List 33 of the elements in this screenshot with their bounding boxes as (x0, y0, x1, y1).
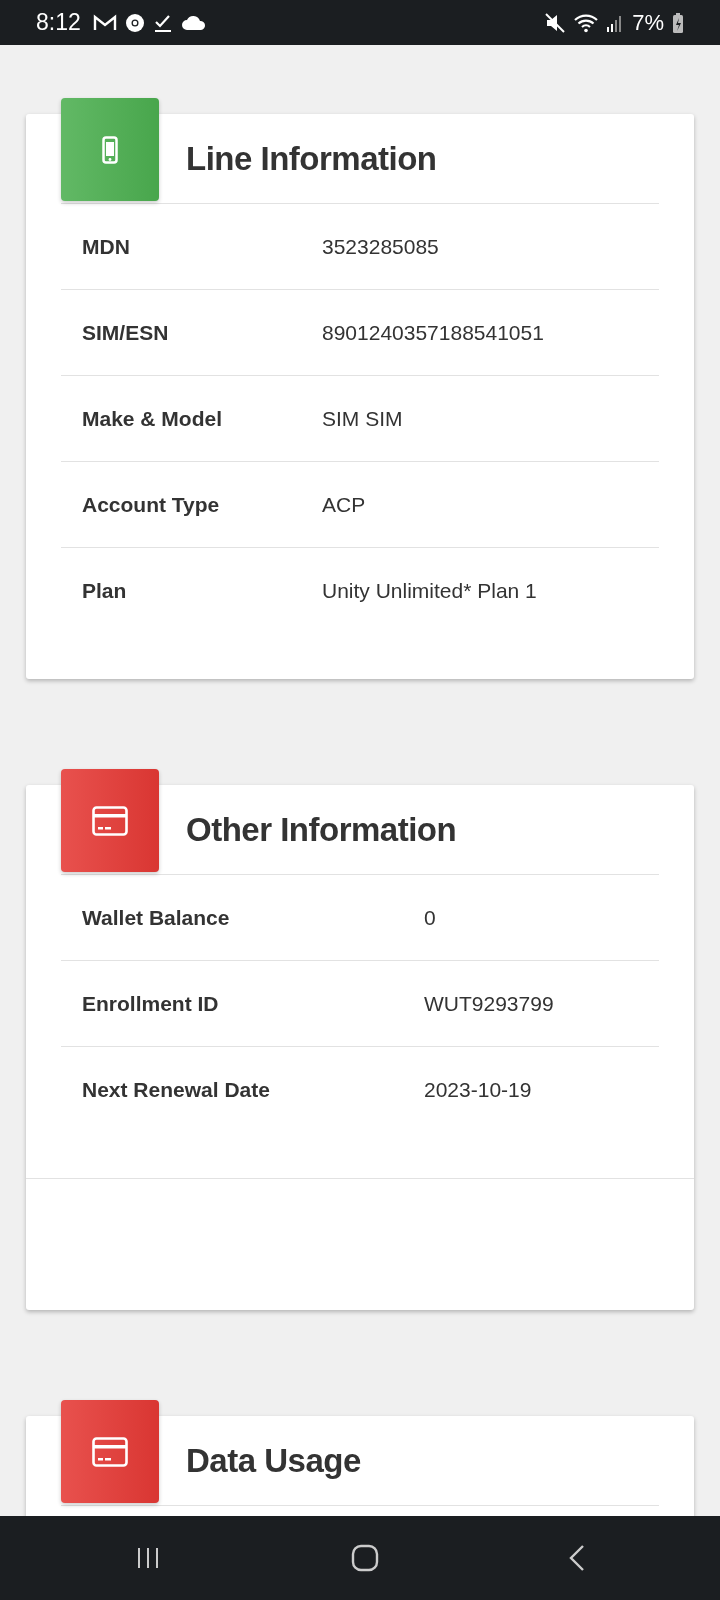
field-value: SIM SIM (322, 406, 404, 431)
field-value: WUT9293799 (424, 991, 555, 1016)
field-label: Account Type (82, 492, 221, 517)
recent-apps-icon[interactable] (135, 1546, 161, 1570)
field-value: ACP (322, 492, 367, 517)
credit-card-icon (92, 805, 128, 836)
field-value: 3523285085 (322, 234, 440, 259)
wifi-icon (574, 12, 599, 33)
field-value: 8901240357188541051 (322, 320, 545, 345)
mail-icon (92, 12, 117, 33)
field-label: Enrollment ID (82, 991, 220, 1016)
battery-icon (672, 11, 684, 34)
field-value: 2023-10-19 (424, 1077, 533, 1102)
field-label: Make & Model (82, 406, 224, 431)
card-title: Other Information (186, 810, 457, 849)
card-title: Data Usage (186, 1441, 361, 1480)
field-label: Wallet Balance (82, 905, 231, 930)
home-icon[interactable] (351, 1544, 379, 1572)
card-title: Line Information (186, 139, 437, 178)
status-time: 8:12 (36, 9, 81, 36)
field-value: Unity Unlimited* Plan 1 (322, 578, 538, 603)
browser-icon (124, 12, 145, 33)
field-label: Next Renewal Date (82, 1077, 271, 1102)
cloud-icon (180, 14, 207, 31)
back-icon[interactable] (569, 1544, 585, 1572)
phone-icon (102, 135, 118, 164)
mute-icon (544, 11, 567, 34)
field-value: 0 (424, 905, 437, 930)
battery-level: 7% (632, 9, 664, 36)
field-label: SIM/ESN (82, 320, 170, 345)
credit-card-icon (92, 1436, 128, 1467)
field-label: Plan (82, 578, 128, 603)
field-label: MDN (82, 234, 131, 259)
